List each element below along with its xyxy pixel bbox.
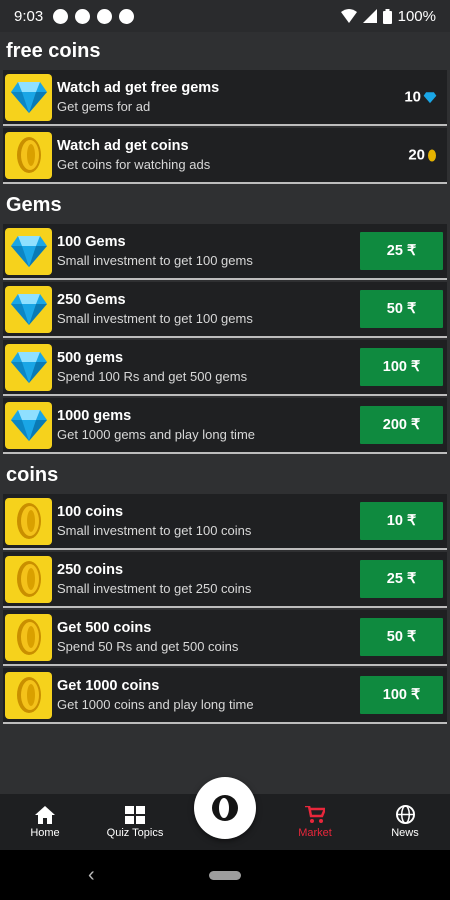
- nav-home-label: Home: [30, 826, 60, 839]
- list-item[interactable]: 250 coins Small investment to get 250 co…: [3, 552, 447, 608]
- section-title-gems: Gems: [0, 186, 450, 224]
- item-desc: Small investment to get 250 coins: [57, 581, 252, 596]
- notification-icon: [119, 8, 135, 24]
- buy-button[interactable]: 25 ₹: [360, 560, 443, 598]
- gem-icon: [5, 73, 52, 121]
- list-item[interactable]: Get 1000 coins Get 1000 coins and play l…: [3, 668, 447, 724]
- notification-icon: [53, 8, 69, 24]
- buy-button[interactable]: 10 ₹: [360, 502, 443, 540]
- list-item[interactable]: Watch ad get coins Get coins for watchin…: [3, 128, 447, 184]
- item-name: 250 coins: [57, 562, 124, 578]
- item-desc: Spend 50 Rs and get 500 coins: [57, 639, 239, 654]
- section-title-coins: coins: [0, 456, 450, 494]
- list-item[interactable]: Get 500 coins Spend 50 Rs and get 500 co…: [3, 610, 447, 666]
- coin-icon: [5, 613, 52, 661]
- reward-amount: 10: [404, 89, 437, 106]
- wifi-icon: [340, 9, 357, 23]
- gem-icon: [5, 401, 52, 449]
- reward-value: 10: [404, 88, 421, 106]
- gem-icon: [5, 227, 52, 275]
- home-icon: [35, 805, 55, 824]
- battery-icon: [382, 8, 392, 24]
- item-desc: Get 1000 gems and play long time: [57, 427, 256, 442]
- notification-icon: [75, 8, 91, 24]
- notification-icons: [53, 8, 135, 24]
- item-desc: Small investment to get 100 gems: [57, 253, 253, 268]
- center-action-button[interactable]: [194, 777, 256, 839]
- coin-icon: [5, 131, 52, 179]
- item-desc: Spend 100 Rs and get 500 gems: [57, 369, 248, 384]
- buy-button[interactable]: 100 ₹: [360, 348, 443, 386]
- status-right: 100%: [340, 7, 436, 25]
- list-item[interactable]: 100 Gems Small investment to get 100 gem…: [3, 224, 447, 280]
- reward-amount: 20: [408, 147, 437, 164]
- nav-news-label: News: [391, 827, 419, 839]
- reward-value: 20: [408, 146, 425, 164]
- gem-icon: [5, 285, 52, 333]
- item-name: 100 coins: [57, 504, 124, 520]
- item-desc: Small investment to get 100 coins: [57, 523, 252, 538]
- system-nav-bar: ‹: [0, 850, 450, 900]
- coin-icon: [5, 671, 52, 719]
- item-name: 100 Gems: [57, 234, 126, 250]
- item-desc: Get 1000 coins and play long time: [57, 697, 254, 712]
- item-name: 500 gems: [57, 350, 124, 366]
- item-desc: Get coins for watching ads: [57, 157, 211, 172]
- nav-news[interactable]: News: [360, 794, 450, 850]
- status-bar: 9:03 100%: [0, 0, 450, 32]
- buy-button[interactable]: 50 ₹: [360, 290, 443, 328]
- item-name: Watch ad get coins: [57, 138, 189, 154]
- cart-icon: [305, 805, 325, 823]
- list-item[interactable]: 250 Gems Small investment to get 100 gem…: [3, 282, 447, 338]
- buy-button[interactable]: 100 ₹: [360, 676, 443, 714]
- buy-button[interactable]: 25 ₹: [360, 232, 443, 270]
- nav-market-label: Market: [298, 826, 332, 839]
- item-desc: Get gems for ad: [57, 99, 151, 114]
- globe-icon: [395, 805, 415, 824]
- logo-icon: [212, 795, 238, 821]
- battery-percent: 100%: [397, 7, 436, 25]
- coin-icon: [5, 497, 52, 545]
- item-desc: Small investment to get 100 gems: [57, 311, 253, 326]
- status-time: 9:03: [14, 7, 44, 25]
- gem-icon: [423, 91, 437, 103]
- coin-icon: [5, 555, 52, 603]
- nav-market[interactable]: Market: [270, 794, 360, 850]
- nav-quiz-topics[interactable]: Quiz Topics: [90, 794, 180, 850]
- buy-button[interactable]: 50 ₹: [360, 618, 443, 656]
- item-name: Get 1000 coins: [57, 678, 160, 694]
- home-pill[interactable]: [209, 870, 241, 880]
- coin-icon: [428, 149, 436, 161]
- twitter-icon: [97, 8, 113, 24]
- signal-icon: [362, 9, 377, 23]
- item-name: 1000 gems: [57, 408, 132, 424]
- nav-home[interactable]: Home: [0, 794, 90, 850]
- item-name: Get 500 coins: [57, 620, 152, 636]
- item-name: 250 Gems: [57, 292, 126, 308]
- section-title-free-coins: free coins: [0, 32, 450, 70]
- list-item[interactable]: 1000 gems Get 1000 gems and play long ti…: [3, 398, 447, 454]
- grid-icon: [125, 805, 145, 824]
- nav-quiz-topics-label: Quiz Topics: [106, 826, 164, 839]
- gem-icon: [5, 343, 52, 391]
- buy-button[interactable]: 200 ₹: [360, 406, 443, 444]
- item-name: Watch ad get free gems: [57, 80, 220, 96]
- market-content[interactable]: free coins Watch ad get free gems Get ge…: [0, 32, 450, 794]
- list-item[interactable]: 500 gems Spend 100 Rs and get 500 gems 1…: [3, 340, 447, 396]
- back-icon[interactable]: ‹: [88, 864, 95, 887]
- list-item[interactable]: Watch ad get free gems Get gems for ad 1…: [3, 70, 447, 126]
- list-item[interactable]: 100 coins Small investment to get 100 co…: [3, 494, 447, 550]
